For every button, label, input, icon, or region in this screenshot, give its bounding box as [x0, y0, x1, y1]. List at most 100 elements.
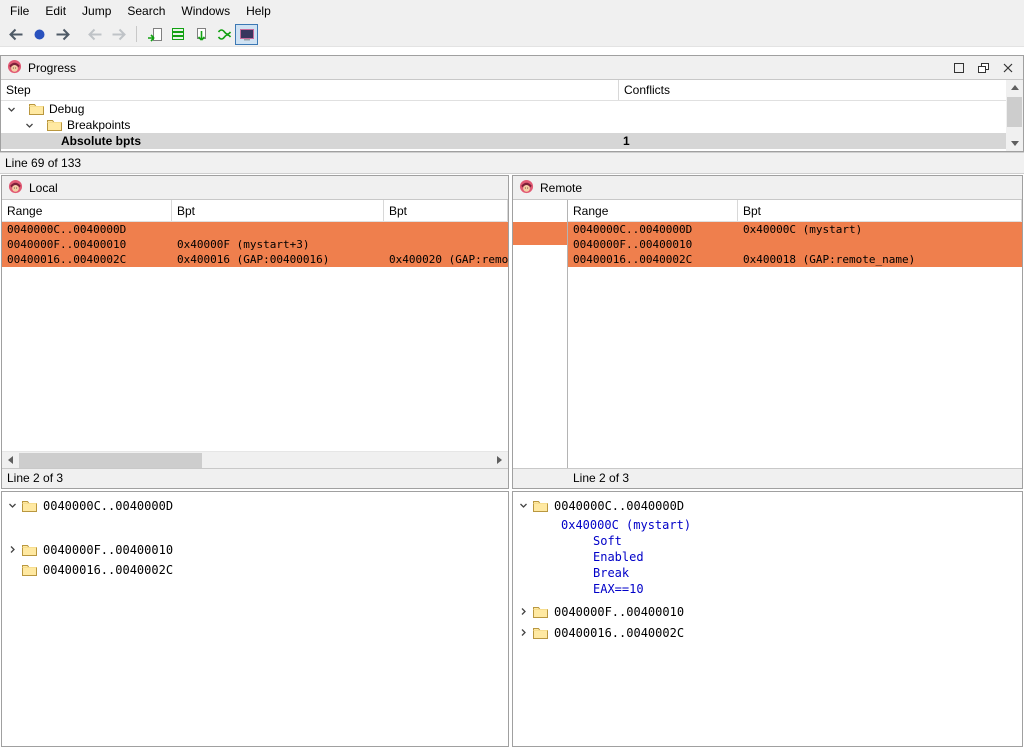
cell-range: 0040000C..0040000D: [568, 222, 738, 237]
tree-row-debug[interactable]: Debug: [1, 101, 1006, 117]
tree-item[interactable]: 00400016..0040002C: [513, 624, 1022, 641]
local-hscrollbar[interactable]: [2, 451, 508, 468]
local-title: Local: [29, 181, 58, 195]
jump-down-icon[interactable]: [189, 24, 212, 45]
cell-bpt-2: [384, 237, 508, 252]
menu-windows[interactable]: Windows: [173, 1, 238, 21]
bpt-detail-address[interactable]: 0x40000C (mystart): [513, 517, 1022, 533]
progress-vscrollbar[interactable]: [1006, 80, 1023, 151]
menu-help[interactable]: Help: [238, 1, 279, 21]
remote-table-header: Range Bpt: [568, 200, 1022, 222]
remote-window: Remote Range Bpt 0040000C..0040000D 0x40…: [512, 175, 1023, 489]
folder-icon: [22, 544, 37, 556]
maximize-button[interactable]: [954, 63, 964, 73]
hscroll-thumb[interactable]: [19, 453, 202, 468]
vscroll-thumb[interactable]: [1007, 97, 1022, 127]
chevron-right-icon[interactable]: [8, 545, 22, 554]
chevron-down-icon[interactable]: [8, 501, 22, 510]
table-row[interactable]: 00400016..0040002C 0x400016 (GAP:0040001…: [2, 252, 508, 267]
tree-item[interactable]: 00400016..0040002C: [2, 561, 508, 578]
diff-marker[interactable]: [513, 222, 567, 245]
nav-back-icon[interactable]: [5, 24, 28, 45]
table-row[interactable]: 00400016..0040002C 0x400018 (GAP:remote_…: [568, 252, 1022, 267]
swap-icon[interactable]: [212, 24, 235, 45]
menu-file[interactable]: File: [2, 1, 37, 21]
app-icon: [519, 179, 534, 197]
tree-item[interactable]: 0040000F..00400010: [2, 541, 508, 558]
remote-table: Range Bpt 0040000C..0040000D 0x40000C (m…: [568, 200, 1022, 468]
segments-icon[interactable]: [166, 24, 189, 45]
windows-list-icon[interactable]: [235, 24, 258, 45]
cell-bpt-1: 0x40000F (mystart+3): [172, 237, 384, 252]
remote-titlebar[interactable]: Remote: [513, 176, 1022, 200]
tree-row-label: Absolute bpts: [61, 134, 141, 148]
tree-row-label: Debug: [49, 102, 84, 116]
column-range[interactable]: Range: [2, 200, 172, 221]
local-titlebar[interactable]: Local: [2, 176, 508, 200]
local-table-header: Range Bpt Bpt: [2, 200, 508, 222]
scroll-right-icon[interactable]: [491, 452, 508, 468]
scroll-left-icon[interactable]: [2, 452, 19, 468]
remote-detail-tree: 0040000C..0040000D 0x40000C (mystart) So…: [512, 491, 1023, 747]
chevron-right-icon[interactable]: [519, 607, 533, 616]
remote-content: Range Bpt 0040000C..0040000D 0x40000C (m…: [513, 200, 1022, 468]
column-bpt[interactable]: Bpt: [738, 200, 1022, 221]
table-row[interactable]: 0040000F..00400010: [568, 237, 1022, 252]
menu-edit[interactable]: Edit: [37, 1, 74, 21]
table-row[interactable]: 0040000F..00400010 0x40000F (mystart+3): [2, 237, 508, 252]
tree-row-label: Breakpoints: [67, 118, 130, 132]
cell-range: 0040000F..00400010: [568, 237, 738, 252]
menu-jump[interactable]: Jump: [74, 1, 119, 21]
cell-bpt: 0x400018 (GAP:remote_name): [738, 252, 1022, 267]
toolbar-separator: [136, 26, 137, 42]
tree-item[interactable]: 0040000C..0040000D: [513, 497, 1022, 514]
vscroll-track[interactable]: [1006, 95, 1023, 136]
progress-status: Line 69 of 133: [0, 152, 1024, 174]
cell-bpt: [738, 237, 1022, 252]
column-conflicts[interactable]: Conflicts: [619, 80, 1023, 100]
jump-window-icon[interactable]: [143, 24, 166, 45]
progress-window: Progress Step Conflicts Debug: [0, 55, 1024, 152]
progress-title: Progress: [28, 61, 76, 75]
tree-row-absolute-bpts[interactable]: Absolute bpts 1: [1, 133, 1006, 149]
folder-icon: [533, 500, 548, 512]
cell-bpt-2: [384, 222, 508, 237]
folder-icon: [533, 606, 548, 618]
tree-item-label: 0040000F..00400010: [554, 605, 684, 619]
nav-back-disabled-icon[interactable]: [84, 24, 107, 45]
scroll-up-icon[interactable]: [1006, 80, 1023, 95]
nav-forward-icon[interactable]: [51, 24, 74, 45]
local-detail-tree: 0040000C..0040000D 0040000F..00400010 00…: [1, 491, 509, 747]
column-step[interactable]: Step: [1, 80, 619, 100]
close-icon[interactable]: [1003, 63, 1013, 73]
tree-item[interactable]: 0040000C..0040000D: [2, 497, 508, 514]
chevron-down-icon[interactable]: [519, 501, 533, 510]
tree-item-label: 00400016..0040002C: [43, 563, 173, 577]
chevron-down-icon[interactable]: [7, 105, 16, 114]
nav-forward-disabled-icon[interactable]: [107, 24, 130, 45]
current-position-icon[interactable]: [28, 24, 51, 45]
chevron-right-icon[interactable]: [519, 628, 533, 637]
cell-range: 0040000C..0040000D: [2, 222, 172, 237]
bpt-detail-prop[interactable]: EAX==10: [513, 581, 1022, 597]
tree-item[interactable]: 0040000F..00400010: [513, 603, 1022, 620]
chevron-down-icon[interactable]: [25, 121, 34, 130]
table-row[interactable]: 0040000C..0040000D 0x40000C (mystart): [568, 222, 1022, 237]
bpt-detail-prop[interactable]: Enabled: [513, 549, 1022, 565]
table-row[interactable]: 0040000C..0040000D: [2, 222, 508, 237]
folder-icon: [533, 627, 548, 639]
column-bpt-2[interactable]: Bpt: [384, 200, 508, 221]
column-range[interactable]: Range: [568, 200, 738, 221]
cell-bpt-2: 0x400020 (GAP:remote_: [384, 252, 508, 267]
diff-overview-strip[interactable]: [513, 200, 568, 468]
column-bpt-1[interactable]: Bpt: [172, 200, 384, 221]
progress-titlebar[interactable]: Progress: [1, 56, 1023, 80]
bpt-detail-prop[interactable]: Soft: [513, 533, 1022, 549]
app-icon: [7, 59, 22, 77]
scroll-down-icon[interactable]: [1006, 136, 1023, 151]
folder-icon: [22, 500, 37, 512]
tree-row-breakpoints[interactable]: Breakpoints: [1, 117, 1006, 133]
bpt-detail-prop[interactable]: Break: [513, 565, 1022, 581]
menu-search[interactable]: Search: [119, 1, 173, 21]
float-button[interactable]: [978, 63, 989, 73]
